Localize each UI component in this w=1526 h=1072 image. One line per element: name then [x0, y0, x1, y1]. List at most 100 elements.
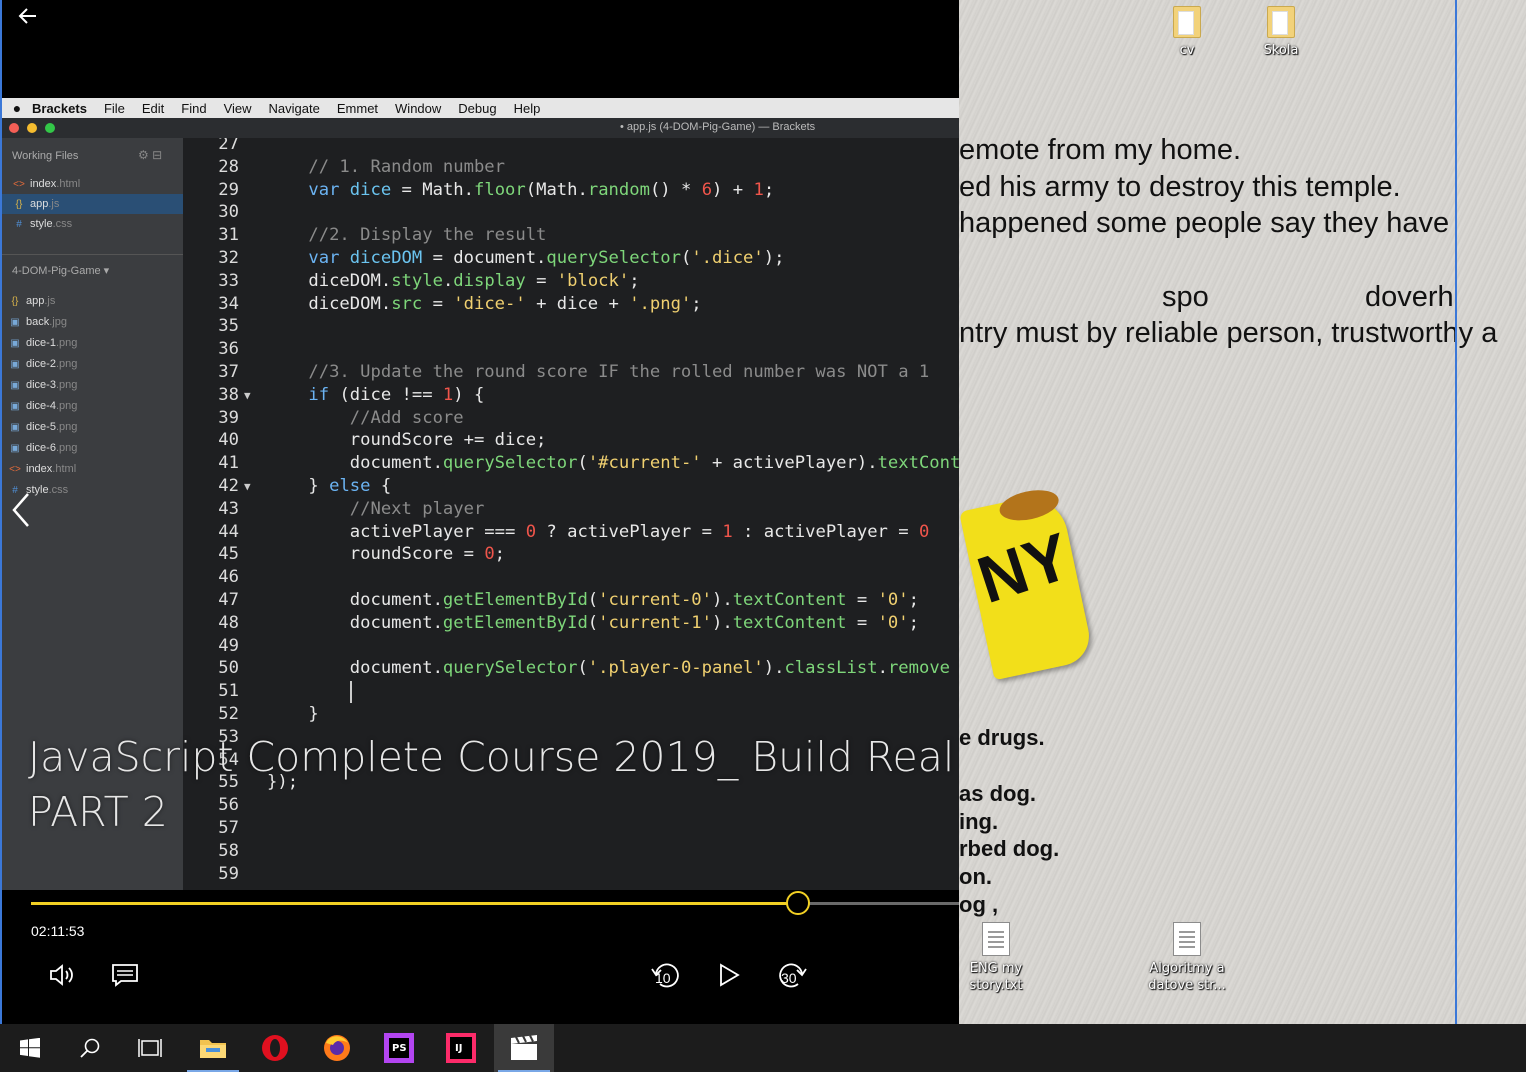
- seek-bar-knob[interactable]: [786, 891, 811, 915]
- img-file-icon: ▣: [10, 380, 20, 391]
- subtitles-button[interactable]: [111, 962, 139, 992]
- code-token: ).: [711, 612, 733, 633]
- project-file-item[interactable]: <> index.html: [2, 459, 183, 480]
- project-file-item[interactable]: ▣ dice-2.png: [2, 354, 183, 375]
- code-line: 32 var diceDOM = document.querySelector(…: [183, 248, 959, 271]
- code-line: 29 var dice = Math.floor(Math.random() *…: [183, 180, 959, 203]
- bold-line-5: on.: [959, 864, 992, 889]
- code-line: 59: [183, 864, 959, 887]
- file-ext: .png: [55, 379, 78, 391]
- code-token: var: [267, 248, 350, 268]
- code-text: //Next player: [267, 498, 485, 519]
- seek-bar[interactable]: [31, 891, 959, 915]
- menu-edit: Edit: [141, 100, 165, 116]
- intellij-button[interactable]: IJ: [431, 1024, 491, 1072]
- code-line: 39 //Add score: [183, 408, 959, 431]
- img-file-icon: ▣: [10, 443, 20, 454]
- firefox-button[interactable]: [307, 1024, 367, 1072]
- project-file-item[interactable]: ▣ dice-5.png: [2, 417, 183, 438]
- doc-line-1: emote from my home.: [959, 134, 1242, 166]
- file-ext: .html: [52, 463, 77, 475]
- volume-button[interactable]: [48, 962, 76, 992]
- fold-arrow-icon[interactable]: ▼: [244, 389, 251, 402]
- project-file-item[interactable]: ▣ dice-1.png: [2, 333, 183, 354]
- text-file-icon: [1173, 922, 1201, 956]
- window-border: [0, 0, 2, 1024]
- code-line: 36: [183, 339, 959, 362]
- menu-app-name: Brackets: [32, 100, 87, 116]
- desktop-icon-skola[interactable]: Skola: [1241, 6, 1321, 59]
- code-token: 1: [722, 521, 733, 542]
- line-number: 52: [218, 704, 239, 724]
- project-files-list: {} app.js ▣ back.jpg ▣ dice-1.png ▣ dice-2.png ▣…: [2, 291, 183, 501]
- project-file-item[interactable]: {} app.js: [2, 291, 183, 312]
- phpstorm-label: PS: [392, 1043, 407, 1054]
- code-token: //Add score: [267, 407, 464, 428]
- folder-icon: [1267, 6, 1295, 38]
- html-file-icon: <>: [9, 464, 21, 475]
- code-token: }: [267, 704, 319, 724]
- phpstorm-button[interactable]: PS: [369, 1024, 429, 1072]
- code-line: 52 }: [183, 704, 959, 727]
- desktop-icon-eng-story[interactable]: ENG my story.txt: [956, 922, 1036, 994]
- file-explorer-button[interactable]: [183, 1024, 243, 1072]
- gear-icon: ⚙: [138, 148, 149, 162]
- code-token: if: [267, 384, 330, 405]
- project-file-item[interactable]: ▣ dice-4.png: [2, 396, 183, 417]
- code-token: '.png': [629, 293, 692, 314]
- js-file-icon: {}: [11, 296, 19, 307]
- project-file-item[interactable]: ▣ dice-3.png: [2, 375, 183, 396]
- previous-chevron-icon[interactable]: [8, 490, 32, 539]
- intellij-icon: IJ: [446, 1033, 476, 1063]
- line-number: 50: [218, 658, 239, 679]
- code-token: //3. Update the round score IF the rolle…: [267, 362, 930, 382]
- project-file-item[interactable]: ▣ back.jpg: [2, 312, 183, 333]
- opera-button[interactable]: [245, 1024, 305, 1072]
- code-token: //Next player: [267, 498, 485, 519]
- code-token: ;: [908, 612, 919, 633]
- working-file-item[interactable]: # style.css: [2, 214, 183, 234]
- code-token: = Math.: [391, 179, 474, 200]
- doc-line-5: doverh: [1365, 281, 1454, 313]
- line-number: 58: [218, 840, 239, 861]
- code-text: //Add score: [267, 408, 464, 428]
- project-file-item[interactable]: ▣ dice-6.png: [2, 438, 183, 459]
- video-player[interactable]: ● Brackets File Edit Find View Navigate …: [0, 0, 959, 1024]
- play-button[interactable]: [716, 962, 742, 992]
- code-token: //2. Display the result: [267, 225, 547, 246]
- file-ext: .css: [48, 484, 69, 496]
- sidebar-controls: ⚙ ⊟: [138, 148, 162, 162]
- code-text: }: [267, 704, 319, 724]
- desktop-icon-label: Skola: [1263, 43, 1299, 58]
- skip-back-button[interactable]: 10: [650, 960, 682, 992]
- doc-line-3: happened some people say they have: [959, 207, 1450, 239]
- code-token: '.player-0-panel': [587, 658, 764, 679]
- search-button[interactable]: [60, 1024, 120, 1072]
- working-file-item[interactable]: {} app.js: [2, 194, 183, 214]
- skip-forward-button[interactable]: 30: [776, 960, 808, 992]
- working-files-list: <> index.html {} app.js # style.css: [2, 174, 183, 234]
- code-token: getElementById: [442, 612, 588, 633]
- file-ext: .js: [48, 198, 60, 210]
- code-token: textContent: [732, 590, 847, 610]
- movies-tv-button[interactable]: [494, 1024, 554, 1072]
- fold-arrow-icon[interactable]: ▼: [244, 480, 251, 493]
- code-token: else: [329, 476, 371, 496]
- code-token: () *: [649, 179, 702, 200]
- menu-find: Find: [181, 100, 207, 116]
- menu-navigate: Navigate: [268, 100, 320, 116]
- line-number: 44: [218, 521, 239, 542]
- back-button[interactable]: [18, 2, 46, 28]
- start-button[interactable]: [0, 1024, 60, 1072]
- code-text: } else {: [267, 476, 391, 496]
- desktop-icon-cv[interactable]: cv: [1147, 6, 1227, 59]
- code-text: activePlayer === 0 ? activePlayer = 1 : …: [267, 521, 930, 542]
- code-token: src: [391, 293, 423, 314]
- working-file-item[interactable]: <> index.html: [2, 174, 183, 194]
- current-time: 02:11:53: [31, 923, 85, 939]
- task-view-button[interactable]: [120, 1024, 180, 1072]
- code-token: dice: [349, 179, 392, 200]
- code-token: 'current-1': [598, 612, 712, 633]
- desktop-icon-algoritmy[interactable]: Algoritmy a datove str...: [1141, 922, 1233, 994]
